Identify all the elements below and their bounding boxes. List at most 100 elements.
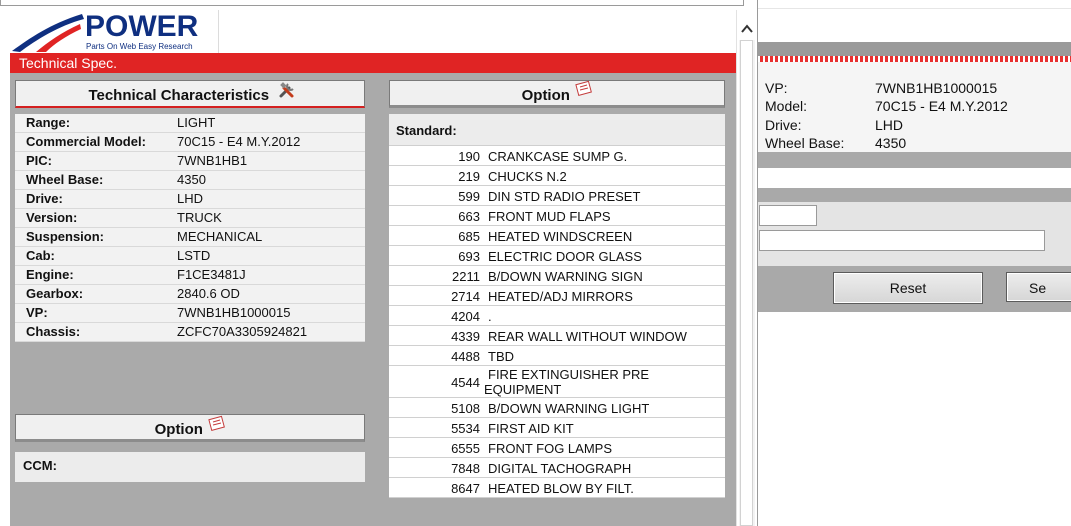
search-button[interactable]: Se — [1006, 272, 1071, 302]
spec-value: 7WNB1HB1000015 — [177, 305, 291, 320]
vertical-scrollbar[interactable] — [736, 10, 757, 526]
spec-value: LSTD — [177, 248, 211, 263]
spec-value: MECHANICAL — [177, 229, 263, 244]
notepad-icon — [208, 415, 226, 436]
reset-button[interactable]: Reset — [833, 272, 983, 304]
scroll-thumb[interactable] — [740, 40, 753, 526]
spec-label: Commercial Model: — [26, 134, 146, 149]
table-row: Range: LIGHT — [15, 114, 365, 133]
table-row: 4544 FIRE EXTINGUISHER PRE EQUIPMENT — [389, 366, 725, 398]
table-row: 4204. — [389, 306, 725, 326]
spec-value: ZCFC70A3305924821 — [177, 324, 308, 339]
option-code: 5534 — [451, 421, 480, 436]
option-code: 7848 — [451, 461, 480, 476]
option-code: 8647 — [451, 481, 480, 496]
bg-input-short[interactable] — [759, 205, 817, 226]
spec-value: F1CE3481J — [177, 267, 246, 282]
spec-label: PIC: — [26, 153, 52, 168]
power-logo: POWER Parts On Web Easy Research — [10, 10, 219, 53]
option-code: 5108 — [451, 401, 480, 416]
option-description: CRANKCASE SUMP G. — [488, 149, 628, 164]
tech-characteristics-table: Range: LIGHT Commercial Model: 70C15 - E4 … — [15, 114, 365, 342]
ccm-box: CCM: — [15, 452, 365, 482]
table-row: PIC: 7WNB1HB1 — [15, 152, 365, 171]
spec-label: Version: — [26, 210, 78, 225]
bg-band — [755, 188, 1071, 202]
standard-label: Standard: — [396, 123, 457, 138]
page-title: Technical Spec. — [19, 55, 118, 71]
option-code: 4339 — [451, 329, 480, 344]
option-description: CHUCKS N.2 — [488, 169, 567, 184]
option-description: TBD — [488, 349, 514, 364]
option-description: . — [488, 309, 492, 324]
spec-label: Drive: — [26, 191, 63, 206]
bg-top-strip — [755, 0, 1071, 9]
bg-band — [755, 42, 1071, 56]
table-row: Drive: LHD — [15, 190, 365, 209]
scroll-up-icon[interactable] — [740, 22, 754, 36]
spec-value: LHD — [177, 191, 204, 206]
option-code: 2714 — [451, 289, 480, 304]
section-title: Option — [521, 87, 570, 104]
table-row: 8647 HEATED BLOW BY FILT. — [389, 478, 725, 498]
spec-label: VP: — [26, 305, 48, 320]
option-description: FIRST AID KIT — [488, 421, 574, 436]
table-row: 4339 REAR WALL WITHOUT WINDOW — [389, 326, 725, 346]
table-row: Engine: F1CE3481J — [15, 266, 365, 285]
table-row: 6555 FRONT FOG LAMPS — [389, 438, 725, 458]
table-row: Commercial Model: 70C15 - E4 M.Y.2012 — [15, 133, 365, 152]
option-code: 4204 — [451, 309, 480, 324]
bg-info-value: 70C15 - E4 M.Y.2012 — [875, 98, 1008, 114]
standard-row: Standard: — [389, 114, 725, 146]
bg-info-value: 7WNB1HB1000015 — [875, 80, 998, 96]
section-title: Technical Characteristics — [88, 87, 270, 104]
address-field — [0, 0, 744, 6]
table-row: Wheel Base: 4350 — [15, 171, 365, 190]
bg-input-long[interactable] — [759, 230, 1045, 251]
spec-label: Cab: — [26, 248, 55, 263]
bg-info-value: LHD — [875, 117, 904, 133]
bg-lower-area — [755, 312, 1071, 526]
spec-value: 70C15 - E4 M.Y.2012 — [177, 134, 301, 149]
table-row: Suspension: MECHANICAL — [15, 228, 365, 247]
table-row: 5108 B/DOWN WARNING LIGHT — [389, 398, 725, 418]
option-code: 685 — [458, 229, 480, 244]
tools-icon — [278, 81, 296, 104]
option-description: REAR WALL WITHOUT WINDOW — [488, 329, 687, 344]
tech-spec-header-bar: Technical Spec. — [10, 53, 736, 73]
option-code: 6555 — [451, 441, 480, 456]
table-row: 599 DIN STD RADIO PRESET — [389, 186, 725, 206]
table-row: 190 CRANKCASE SUMP G. — [389, 146, 725, 166]
option-description: FRONT MUD FLAPS — [488, 209, 611, 224]
option-description: B/DOWN WARNING SIGN — [488, 269, 643, 284]
option-code: 2211 — [452, 269, 480, 284]
option-header-right: Option — [389, 80, 725, 108]
bg-band — [755, 16, 1071, 42]
spec-label: Gearbox: — [26, 286, 84, 301]
table-row: 5534 FIRST AID KIT — [389, 418, 725, 438]
option-code: 219 — [458, 169, 480, 184]
option-code: 4544 — [451, 375, 480, 390]
ccm-label: CCM: — [23, 458, 57, 473]
option-table: 190 CRANKCASE SUMP G. 219 CHUCKS N.2 599 DI… — [389, 146, 725, 498]
option-description: ELECTRIC DOOR GLASS — [488, 249, 642, 264]
table-row: 219 CHUCKS N.2 — [389, 166, 725, 186]
option-code: 663 — [458, 209, 480, 224]
option-code: 4488 — [451, 349, 480, 364]
option-header-left: Option — [15, 414, 365, 442]
logo-wordmark: POWER — [85, 10, 199, 43]
option-description: DIGITAL TACHOGRAPH — [488, 461, 632, 476]
option-description: DIN STD RADIO PRESET — [488, 189, 641, 204]
spec-label: Suspension: — [26, 229, 105, 244]
option-description: B/DOWN WARNING LIGHT — [488, 401, 650, 416]
technical-spec-popup: POWER Parts On Web Easy Research Technic… — [0, 0, 758, 526]
bg-info-label: Drive: — [765, 117, 802, 133]
table-row: 4488 TBD — [389, 346, 725, 366]
table-row: 693 ELECTRIC DOOR GLASS — [389, 246, 725, 266]
header-area: POWER Parts On Web Easy Research — [10, 10, 736, 53]
logo-tagline: Parts On Web Easy Research — [86, 42, 193, 51]
option-code: 190 — [458, 149, 480, 164]
table-row: 2211 B/DOWN WARNING SIGN — [389, 266, 725, 286]
table-row: Gearbox: 2840.6 OD — [15, 285, 365, 304]
tech-characteristics-header: Technical Characteristics — [15, 80, 365, 108]
